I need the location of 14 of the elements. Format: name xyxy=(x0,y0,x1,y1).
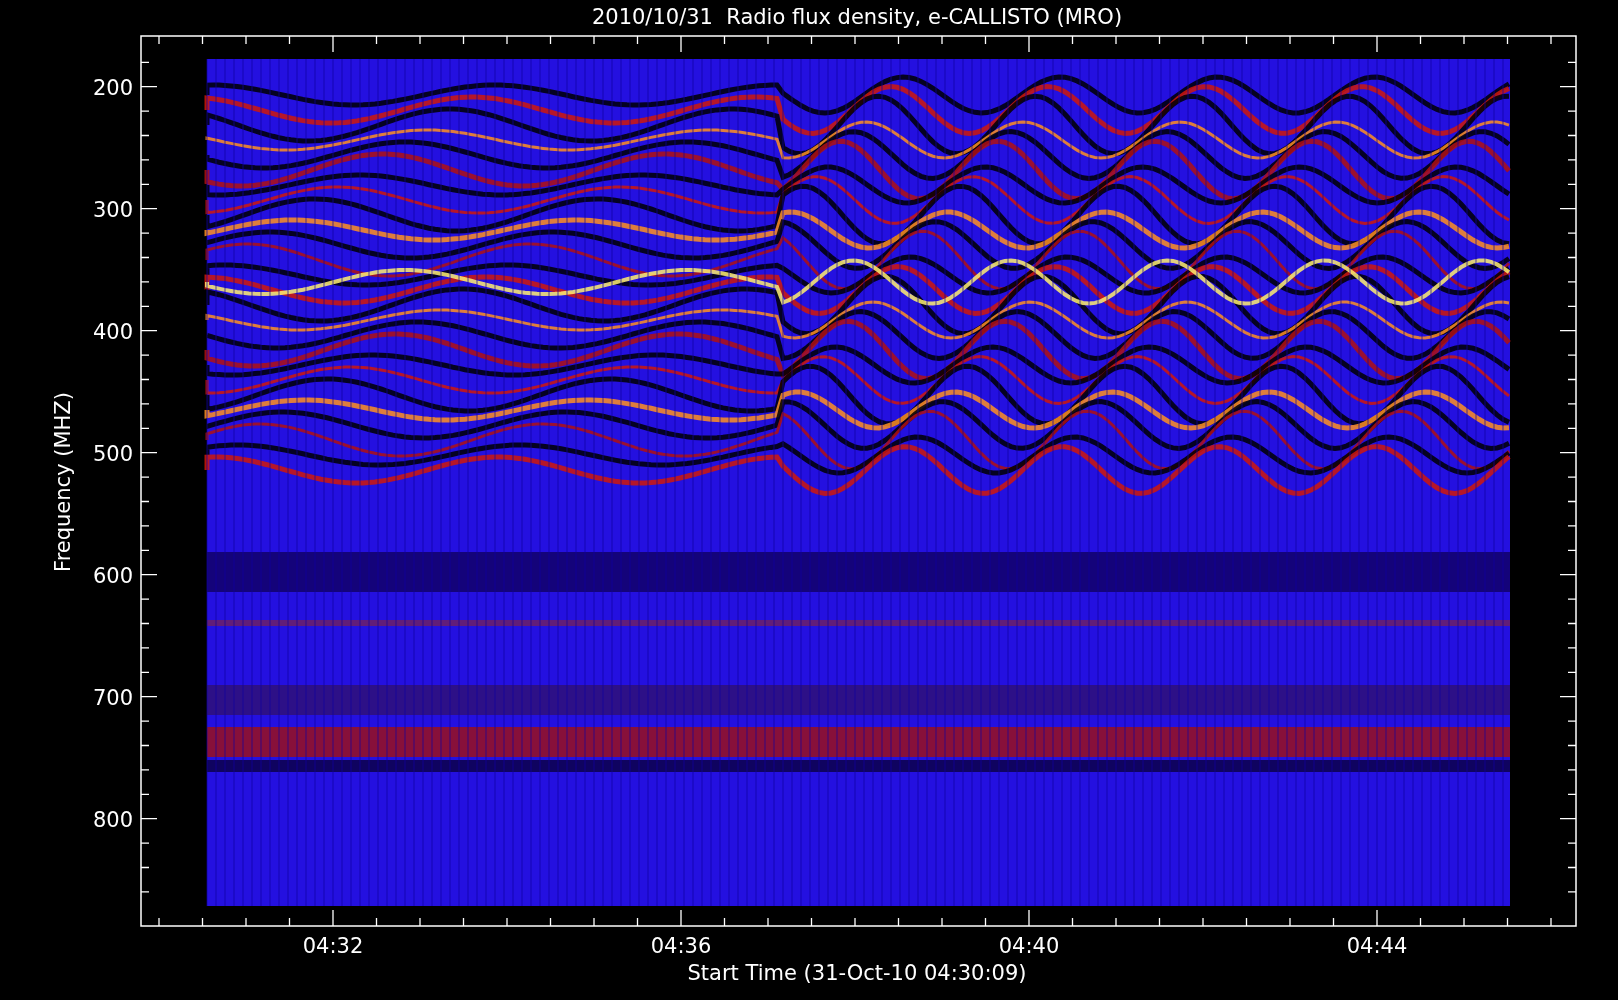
y-tick-label: 600 xyxy=(92,563,133,588)
y-tick-label: 400 xyxy=(92,319,133,344)
x-tick-label: 04:32 xyxy=(302,934,364,958)
plot-title: 2010/10/31 Radio flux density, e-CALLISTO (MRO) xyxy=(591,5,1123,29)
y-axis-label: Frequency (MHZ) xyxy=(51,392,75,572)
x-tick-label: 04:44 xyxy=(1346,934,1408,958)
y-tick-label: 500 xyxy=(92,441,133,466)
y-tick-label: 300 xyxy=(92,197,133,222)
y-tick-label: 800 xyxy=(92,807,133,832)
x-tick-label: 04:40 xyxy=(998,934,1060,958)
y-tick-label: 700 xyxy=(92,685,133,710)
x-axis-label: Start Time (31-Oct-10 04:30:09) xyxy=(687,961,1027,985)
y-tick-label: 200 xyxy=(92,75,133,100)
x-tick-label: 04:36 xyxy=(650,934,712,958)
